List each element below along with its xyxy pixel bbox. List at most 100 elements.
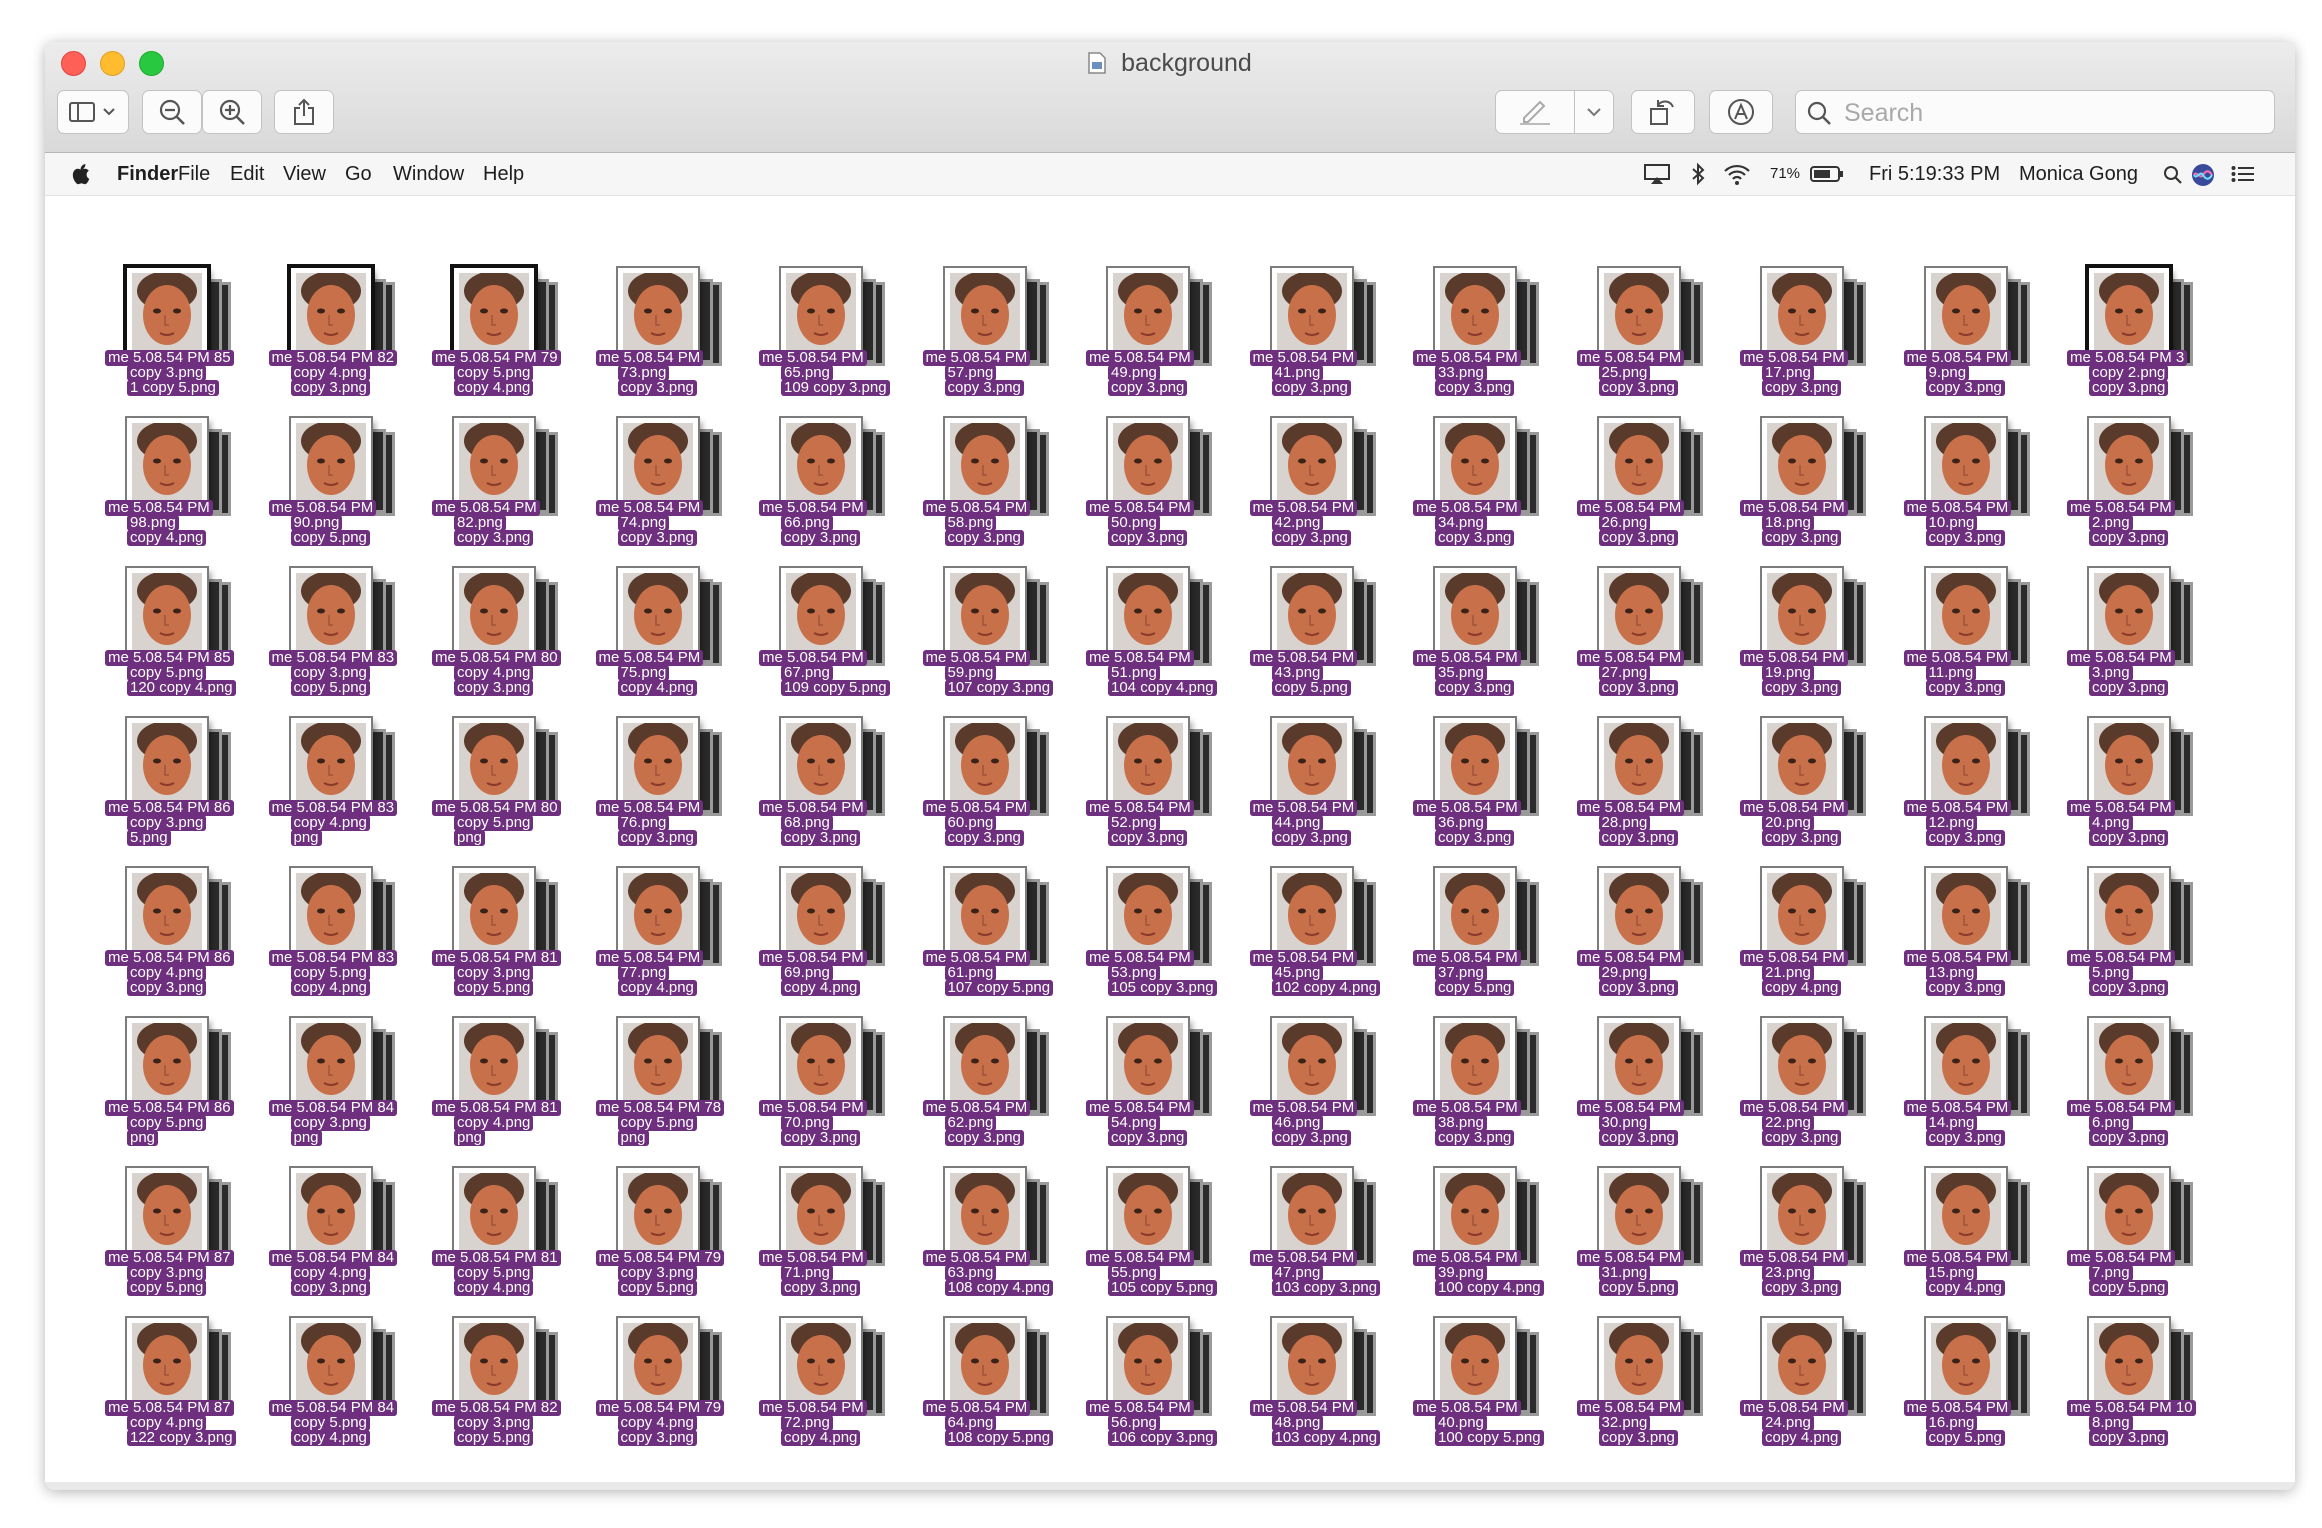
battery-icon[interactable] xyxy=(1810,165,1844,183)
file-icon[interactable]: me 5.08.54 PM 41.png copy 3.png xyxy=(1249,268,1390,418)
file-icon[interactable]: me 5.08.54 PM 60.png copy 3.png xyxy=(922,718,1063,868)
file-icon[interactable]: me 5.08.54 PM 66.png copy 3.png xyxy=(759,418,899,568)
file-icon[interactable]: me 5.08.54 PM 81 copy 5.png copy 4.png xyxy=(432,1168,572,1318)
file-icon[interactable]: me 5.08.54 PM 98.png copy 4.png xyxy=(105,418,245,568)
file-icon[interactable]: me 5.08.54 PM 25.png copy 3.png xyxy=(1576,268,1717,418)
file-icon[interactable]: me 5.08.54 PM 65.png 109 copy 3.png xyxy=(759,268,899,418)
file-icon[interactable]: me 5.08.54 PM 39.png 100 copy 4.png xyxy=(1413,1168,1553,1318)
file-icon[interactable]: me 5.08.54 PM 74.png copy 3.png xyxy=(595,418,736,568)
file-icon[interactable]: me 5.08.54 PM 73.png copy 3.png xyxy=(595,268,736,418)
file-icon[interactable]: me 5.08.54 PM 55.png 105 copy 5.png xyxy=(1086,1168,1226,1318)
file-icon[interactable]: me 5.08.54 PM 64.png 108 copy 5.png xyxy=(922,1318,1063,1468)
file-icon[interactable]: me 5.08.54 PM 62.png copy 3.png xyxy=(922,1018,1063,1168)
file-icon[interactable]: me 5.08.54 PM 40.png 100 copy 5.png xyxy=(1413,1318,1553,1468)
file-icon[interactable]: me 5.08.54 PM 87 copy 3.png copy 5.png xyxy=(105,1168,245,1318)
file-icon[interactable]: me 5.08.54 PM 21.png copy 4.png xyxy=(1740,868,1880,1018)
file-icon[interactable]: me 5.08.54 PM 36.png copy 3.png xyxy=(1413,718,1553,868)
file-icon[interactable]: me 5.08.54 PM 42.png copy 3.png xyxy=(1249,418,1390,568)
file-icon[interactable]: me 5.08.54 PM 79 copy 5.png copy 4.png xyxy=(432,268,572,418)
notification-center-icon[interactable] xyxy=(2231,165,2255,183)
markup-dropdown-button[interactable] xyxy=(1574,90,1614,134)
airplay-icon[interactable] xyxy=(1643,163,1671,185)
siri-icon[interactable] xyxy=(2191,163,2215,187)
file-icon[interactable]: me 5.08.54 PM 10 8.png copy 3.png xyxy=(2067,1318,2207,1468)
file-icon[interactable]: me 5.08.54 PM 46.png copy 3.png xyxy=(1249,1018,1390,1168)
zoom-out-button[interactable] xyxy=(142,90,202,134)
menubar-user[interactable]: Monica Gong xyxy=(2019,153,2138,195)
file-icon[interactable]: me 5.08.54 PM 82 copy 4.png copy 3.png xyxy=(268,268,409,418)
file-icon[interactable]: me 5.08.54 PM 51.png 104 copy 4.png xyxy=(1086,568,1226,718)
rotate-button[interactable] xyxy=(1631,90,1695,134)
file-icon[interactable]: me 5.08.54 PM 30.png copy 3.png xyxy=(1576,1018,1717,1168)
file-icon[interactable]: me 5.08.54 PM 79 copy 3.png copy 5.png xyxy=(595,1168,736,1318)
file-icon[interactable]: me 5.08.54 PM 48.png 103 copy 4.png xyxy=(1249,1318,1390,1468)
file-icon[interactable]: me 5.08.54 PM 53.png 105 copy 3.png xyxy=(1086,868,1226,1018)
file-icon[interactable]: me 5.08.54 PM 34.png copy 3.png xyxy=(1413,418,1553,568)
menu-help[interactable]: Help xyxy=(483,153,524,195)
file-icon[interactable]: me 5.08.54 PM 32.png copy 3.png xyxy=(1576,1318,1717,1468)
file-icon[interactable]: me 5.08.54 PM 83 copy 4.png png xyxy=(268,718,409,868)
file-icon[interactable]: me 5.08.54 PM 11.png copy 3.png xyxy=(1903,568,2044,718)
file-icon[interactable]: me 5.08.54 PM 3.png copy 3.png xyxy=(2067,568,2207,718)
menu-finder[interactable]: Finder xyxy=(117,153,178,195)
file-icon[interactable]: me 5.08.54 PM 15.png copy 4.png xyxy=(1903,1168,2044,1318)
file-icon[interactable]: me 5.08.54 PM 14.png copy 3.png xyxy=(1903,1018,2044,1168)
file-icon[interactable]: me 5.08.54 PM 80 copy 4.png copy 3.png xyxy=(432,568,572,718)
file-icon[interactable]: me 5.08.54 PM 72.png copy 4.png xyxy=(759,1318,899,1468)
file-icon[interactable]: me 5.08.54 PM 83 copy 5.png copy 4.png xyxy=(268,868,409,1018)
file-icon[interactable]: me 5.08.54 PM 52.png copy 3.png xyxy=(1086,718,1226,868)
file-icon[interactable]: me 5.08.54 PM 5.png copy 3.png xyxy=(2067,868,2207,1018)
file-icon[interactable]: me 5.08.54 PM 84 copy 3.png png xyxy=(268,1018,409,1168)
file-icon[interactable]: me 5.08.54 PM 17.png copy 3.png xyxy=(1740,268,1880,418)
file-icon[interactable]: me 5.08.54 PM 70.png copy 3.png xyxy=(759,1018,899,1168)
file-icon[interactable]: me 5.08.54 PM 16.png copy 5.png xyxy=(1903,1318,2044,1468)
file-icon[interactable]: me 5.08.54 PM 24.png copy 4.png xyxy=(1740,1318,1880,1468)
file-icon[interactable]: me 5.08.54 PM 80 copy 5.png png xyxy=(432,718,572,868)
file-icon[interactable]: me 5.08.54 PM 86 copy 3.png 5.png xyxy=(105,718,245,868)
zoom-in-button[interactable] xyxy=(202,90,262,134)
menubar-clock[interactable]: Fri 5:19:33 PM xyxy=(1869,153,2000,195)
markup-toolbar-button[interactable] xyxy=(1709,90,1773,134)
file-icon[interactable]: me 5.08.54 PM 63.png 108 copy 4.png xyxy=(922,1168,1063,1318)
file-icon[interactable]: me 5.08.54 PM 68.png copy 3.png xyxy=(759,718,899,868)
file-icon[interactable]: me 5.08.54 PM 86 copy 5.png png xyxy=(105,1018,245,1168)
file-icon[interactable]: me 5.08.54 PM 26.png copy 3.png xyxy=(1576,418,1717,568)
file-icon[interactable]: me 5.08.54 PM 22.png copy 3.png xyxy=(1740,1018,1880,1168)
file-icon[interactable]: me 5.08.54 PM 78 copy 5.png png xyxy=(595,1018,736,1168)
file-icon[interactable]: me 5.08.54 PM 85 copy 3.png 1 copy 5.png xyxy=(105,268,245,418)
file-icon[interactable]: me 5.08.54 PM 28.png copy 3.png xyxy=(1576,718,1717,868)
file-icon[interactable]: me 5.08.54 PM 81 copy 4.png png xyxy=(432,1018,572,1168)
menu-view[interactable]: View xyxy=(283,153,326,195)
file-icon[interactable]: me 5.08.54 PM 79 copy 4.png copy 3.png xyxy=(595,1318,736,1468)
search-field[interactable] xyxy=(1795,90,2275,135)
file-icon[interactable]: me 5.08.54 PM 67.png 109 copy 5.png xyxy=(759,568,899,718)
file-icon[interactable]: me 5.08.54 PM 27.png copy 3.png xyxy=(1576,568,1717,718)
file-icon[interactable]: me 5.08.54 PM 50.png copy 3.png xyxy=(1086,418,1226,568)
file-icon[interactable]: me 5.08.54 PM 10.png copy 3.png xyxy=(1903,418,2044,568)
file-icon[interactable]: me 5.08.54 PM 47.png 103 copy 3.png xyxy=(1249,1168,1390,1318)
file-icon[interactable]: me 5.08.54 PM 9.png copy 3.png xyxy=(1903,268,2044,418)
file-icon[interactable]: me 5.08.54 PM 83 copy 3.png copy 5.png xyxy=(268,568,409,718)
file-icon[interactable]: me 5.08.54 PM 85 copy 5.png 120 copy 4.png xyxy=(105,568,245,718)
file-icon[interactable]: me 5.08.54 PM 29.png copy 3.png xyxy=(1576,868,1717,1018)
file-icon[interactable]: me 5.08.54 PM 4.png copy 3.png xyxy=(2067,718,2207,868)
file-icon[interactable]: me 5.08.54 PM 69.png copy 4.png xyxy=(759,868,899,1018)
wifi-icon[interactable] xyxy=(1723,163,1751,185)
search-input[interactable] xyxy=(1842,91,2266,135)
file-icon[interactable]: me 5.08.54 PM 61.png 107 copy 5.png xyxy=(922,868,1063,1018)
sidebar-button[interactable] xyxy=(57,90,129,134)
file-icon[interactable]: me 5.08.54 PM 38.png copy 3.png xyxy=(1413,1018,1553,1168)
apple-icon[interactable] xyxy=(70,163,90,185)
file-icon[interactable]: me 5.08.54 PM 7.png copy 5.png xyxy=(2067,1168,2207,1318)
file-icon[interactable]: me 5.08.54 PM 18.png copy 3.png xyxy=(1740,418,1880,568)
file-icon[interactable]: me 5.08.54 PM 12.png copy 3.png xyxy=(1903,718,2044,868)
file-icon[interactable]: me 5.08.54 PM 57.png copy 3.png xyxy=(922,268,1063,418)
markup-pen-button[interactable] xyxy=(1495,90,1575,134)
spotlight-icon[interactable] xyxy=(2163,165,2183,185)
file-icon[interactable]: me 5.08.54 PM 6.png copy 3.png xyxy=(2067,1018,2207,1168)
file-icon[interactable]: me 5.08.54 PM 20.png copy 3.png xyxy=(1740,718,1880,868)
file-icon[interactable]: me 5.08.54 PM 37.png copy 5.png xyxy=(1413,868,1553,1018)
file-icon[interactable]: me 5.08.54 PM 75.png copy 4.png xyxy=(595,568,736,718)
file-icon[interactable]: me 5.08.54 PM 58.png copy 3.png xyxy=(922,418,1063,568)
menu-file[interactable]: File xyxy=(178,153,210,195)
